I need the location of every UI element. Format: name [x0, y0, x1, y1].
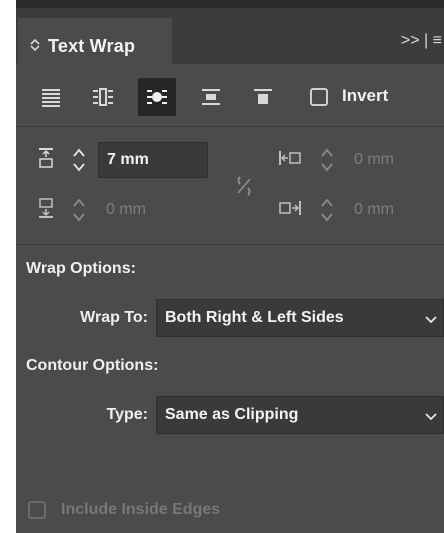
- wrap-to-select[interactable]: Both Right & Left Sides: [156, 299, 444, 337]
- wrap-around-bounding-box-icon: [93, 88, 113, 106]
- left-offset-icon: [278, 146, 302, 170]
- wrap-object-shape-button[interactable]: [138, 78, 176, 116]
- bottom-offset-stepper[interactable]: [68, 194, 90, 226]
- top-offset-field[interactable]: 7 mm: [98, 142, 208, 178]
- panel-menu[interactable]: >> | ≡: [401, 32, 442, 50]
- chain-link-icon[interactable]: [232, 174, 256, 198]
- divider-top: [16, 126, 444, 127]
- invert-label: Invert: [342, 86, 389, 105]
- bottom-offset-field[interactable]: 0 mm: [98, 192, 208, 228]
- jump-object-button[interactable]: [192, 78, 230, 116]
- wrap-options-label: Wrap Options:: [26, 260, 136, 277]
- panel-top-strip: [16, 0, 444, 8]
- type-label: Type:: [106, 406, 148, 423]
- no-wrap-icon: [42, 89, 60, 107]
- wrap-to-label: Wrap To:: [80, 309, 148, 326]
- text-wrap-panel: Text Wrap >> | ≡ Invert 7 mm 0 mm 0 mm 0…: [16, 0, 444, 533]
- left-offset-field[interactable]: 0 mm: [346, 142, 442, 178]
- wrap-to-value: Both Right & Left Sides: [165, 309, 344, 326]
- top-offset-value: 7 mm: [107, 151, 149, 168]
- left-offset-stepper[interactable]: [316, 144, 338, 176]
- invert-checkbox[interactable]: [310, 88, 328, 106]
- chevron-down-icon: [425, 312, 437, 330]
- top-offset-stepper[interactable]: [68, 144, 90, 176]
- top-offset-icon: [34, 146, 58, 170]
- right-offset-icon: [278, 196, 302, 220]
- jump-to-next-column-icon: [254, 89, 272, 104]
- bottom-offset-icon: [34, 196, 58, 220]
- chevron-down-icon: [425, 409, 437, 427]
- contour-options-label: Contour Options:: [26, 357, 159, 374]
- tab-bar: Text Wrap >> | ≡: [16, 8, 444, 74]
- no-wrap-button[interactable]: [32, 78, 70, 116]
- wrap-modes-row: Invert: [16, 76, 444, 122]
- right-offset-stepper[interactable]: [316, 194, 338, 226]
- tab-text-wrap[interactable]: Text Wrap: [18, 18, 172, 74]
- contour-type-value: Same as Clipping: [165, 406, 299, 423]
- wrap-around-object-shape-icon: [147, 90, 167, 104]
- tab-title: Text Wrap: [48, 35, 136, 56]
- wrap-bounding-box-button[interactable]: [84, 78, 122, 116]
- contour-type-select[interactable]: Same as Clipping: [156, 396, 444, 434]
- panel-menu-glyphs[interactable]: >> | ≡: [401, 32, 442, 50]
- jump-object-icon: [202, 89, 220, 105]
- right-offset-field[interactable]: 0 mm: [346, 192, 442, 228]
- include-inside-edges-checkbox[interactable]: [28, 501, 46, 519]
- divider-middle: [16, 244, 444, 245]
- right-offset-value: 0 mm: [354, 201, 394, 218]
- jump-to-next-column-button[interactable]: [244, 78, 282, 116]
- left-offset-value: 0 mm: [354, 151, 394, 168]
- include-inside-edges-label: Include Inside Edges: [61, 501, 221, 518]
- bottom-offset-value: 0 mm: [106, 201, 146, 218]
- collapse-toggle-icon[interactable]: [30, 36, 40, 57]
